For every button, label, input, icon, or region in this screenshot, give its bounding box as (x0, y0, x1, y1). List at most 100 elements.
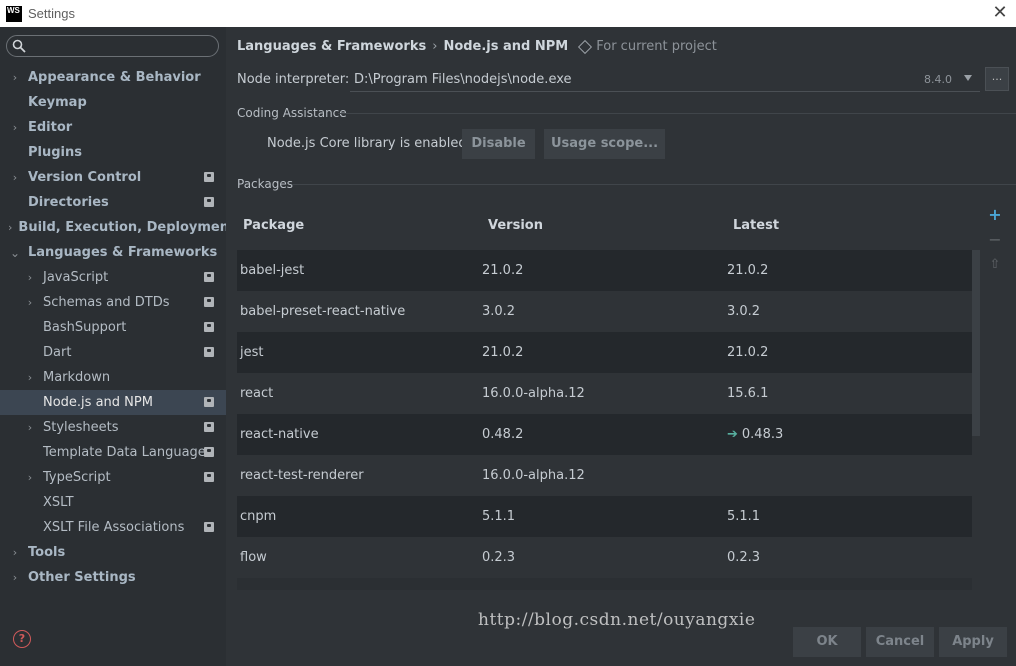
sidebar-item-version-control[interactable]: › Version Control (0, 165, 226, 190)
package-version-cell: 0.2.3 (482, 550, 516, 565)
sidebar-item-plugins[interactable]: Plugins (0, 140, 226, 165)
sidebar-item-languages-frameworks[interactable]: ⌄ Languages & Frameworks (0, 240, 226, 265)
table-row[interactable]: babel-jest 21.0.2 21.0.2 (237, 250, 972, 291)
project-level-icon (204, 522, 214, 532)
sidebar-item-label: Dart (43, 345, 72, 360)
apply-button[interactable]: Apply (939, 627, 1007, 657)
package-latest-cell: 21.0.2 (727, 345, 967, 360)
chevron-right-icon[interactable]: › (23, 271, 37, 284)
latest-version-text: 3.0.2 (727, 304, 761, 319)
coding-assistance-title: Coding Assistance (237, 106, 347, 120)
package-latest-cell: ➔ 0.48.3 (727, 427, 967, 442)
ok-button[interactable]: OK (793, 627, 861, 657)
package-latest-cell: 15.6.1 (727, 386, 967, 401)
usage-scope-button[interactable]: Usage scope... (544, 129, 665, 159)
breadcrumb-current: Node.js and NPM (443, 39, 569, 54)
sidebar-item-editor[interactable]: › Editor (0, 115, 226, 140)
sidebar-item-xslt[interactable]: XSLT (0, 490, 226, 515)
chevron-right-icon[interactable]: › (23, 421, 37, 434)
package-version-cell: 3.0.2 (482, 304, 516, 319)
sidebar-item-label: XSLT File Associations (43, 520, 185, 535)
window-title: Settings (28, 6, 75, 21)
package-version-cell: 16.0.0-alpha.12 (482, 468, 585, 483)
project-level-icon (204, 172, 214, 182)
sidebar-item-typescript[interactable]: › TypeScript (0, 465, 226, 490)
package-name-cell: babel-preset-react-native (240, 304, 406, 319)
table-row[interactable]: react-native 0.48.2 ➔ 0.48.3 (237, 414, 972, 455)
sidebar-item-build-execution-deployment[interactable]: › Build, Execution, Deployment (0, 215, 235, 240)
sidebar-item-label: Plugins (28, 145, 82, 160)
sidebar-item-appearance-behavior[interactable]: › Appearance & Behavior (0, 65, 226, 90)
table-row[interactable]: cnpm 5.1.1 5.1.1 (237, 496, 972, 537)
sidebar-item-label: Editor (28, 120, 73, 135)
section-divider (292, 184, 1016, 185)
table-row[interactable]: flow 0.2.3 0.2.3 (237, 537, 972, 578)
package-version-cell: 5.1.1 (482, 509, 516, 524)
column-header-package[interactable]: Package (237, 218, 482, 233)
table-scrollbar[interactable] (972, 250, 980, 436)
project-level-icon (204, 347, 214, 357)
settings-search-input[interactable] (6, 35, 219, 57)
disable-button[interactable]: Disable (462, 129, 535, 159)
table-row[interactable]: babel-preset-react-native 3.0.2 3.0.2 (237, 291, 972, 332)
sidebar-item-tools[interactable]: › Tools (0, 540, 226, 565)
chevron-right-icon[interactable]: › (23, 371, 37, 384)
sidebar-item-node-js-and-npm[interactable]: Node.js and NPM (0, 390, 226, 415)
remove-package-icon[interactable]: − (986, 230, 1004, 255)
sidebar-item-template-data-languages[interactable]: Template Data Languages (0, 440, 226, 465)
sidebar-item-label: Appearance & Behavior (28, 70, 201, 85)
chevron-right-icon[interactable]: › (8, 571, 22, 584)
project-level-icon (204, 472, 214, 482)
sidebar-item-label: Node.js and NPM (43, 395, 153, 410)
sidebar-item-dart[interactable]: Dart (0, 340, 226, 365)
sidebar-item-schemas-and-dtds[interactable]: › Schemas and DTDs (0, 290, 226, 315)
node-interpreter-select[interactable]: D:\Program Files\nodejs\node.exe 8.4.0 (350, 68, 980, 92)
chevron-right-icon[interactable]: › (8, 546, 22, 559)
close-icon[interactable]: ✕ (990, 3, 1010, 23)
project-level-icon (204, 197, 214, 207)
latest-version-text: 0.48.3 (741, 427, 784, 442)
chevron-right-icon[interactable]: › (23, 471, 37, 484)
table-row[interactable]: react 16.0.0-alpha.12 15.6.1 (237, 373, 972, 414)
sidebar-item-label: Schemas and DTDs (43, 295, 170, 310)
chevron-down-icon[interactable] (964, 75, 972, 81)
table-row[interactable]: jest 21.0.2 21.0.2 (237, 332, 972, 373)
package-name-cell: react-test-renderer (240, 468, 364, 483)
upgrade-package-icon[interactable]: ⇧ (986, 255, 1004, 280)
browse-button[interactable]: ... (985, 67, 1009, 91)
sidebar-item-label: Other Settings (28, 570, 136, 585)
sidebar-item-directories[interactable]: Directories (0, 190, 226, 215)
chevron-right-icon[interactable]: › (8, 171, 22, 184)
chevron-down-icon[interactable]: ⌄ (8, 246, 22, 260)
sidebar-item-markdown[interactable]: › Markdown (0, 365, 226, 390)
sidebar-item-javascript[interactable]: › JavaScript (0, 265, 226, 290)
column-header-latest[interactable]: Latest (727, 218, 967, 233)
breadcrumb-parent[interactable]: Languages & Frameworks (237, 39, 426, 54)
chevron-right-icon[interactable]: › (8, 121, 22, 134)
package-name-cell: cnpm (240, 509, 277, 524)
sidebar-item-label: BashSupport (43, 320, 127, 335)
sidebar-item-keymap[interactable]: Keymap (0, 90, 226, 115)
add-package-icon[interactable]: + (986, 205, 1004, 230)
sidebar-item-other-settings[interactable]: › Other Settings (0, 565, 226, 590)
settings-tree: › Appearance & Behavior Keymap › Editor Plugi… (0, 65, 235, 590)
sidebar-item-stylesheets[interactable]: › Stylesheets (0, 415, 226, 440)
scope-label: For current project (596, 39, 717, 54)
cancel-button[interactable]: Cancel (866, 627, 934, 657)
sidebar-item-label: XSLT (43, 495, 74, 510)
chevron-right-icon[interactable]: › (8, 221, 12, 234)
chevron-right-icon[interactable]: › (23, 296, 37, 309)
sidebar-item-xslt-file-associations[interactable]: XSLT File Associations (0, 515, 226, 540)
help-icon[interactable]: ? (13, 630, 31, 648)
settings-sidebar: › Appearance & Behavior Keymap › Editor Plugi… (0, 27, 235, 666)
sidebar-item-label: Languages & Frameworks (28, 245, 218, 260)
sidebar-item-label: Build, Execution, Deployment (18, 220, 236, 235)
table-body: babel-jest 21.0.2 21.0.2 babel-preset-react… (237, 250, 972, 578)
package-latest-cell: 0.2.3 (727, 550, 967, 565)
sidebar-item-bashsupport[interactable]: BashSupport (0, 315, 226, 340)
column-header-version[interactable]: Version (482, 218, 727, 233)
table-row[interactable]: react-test-renderer 16.0.0-alpha.12 (237, 455, 972, 496)
table-header: Package Version Latest (237, 200, 972, 250)
chevron-right-icon[interactable]: › (8, 71, 22, 84)
title-bar: WS Settings ✕ (0, 0, 1016, 27)
